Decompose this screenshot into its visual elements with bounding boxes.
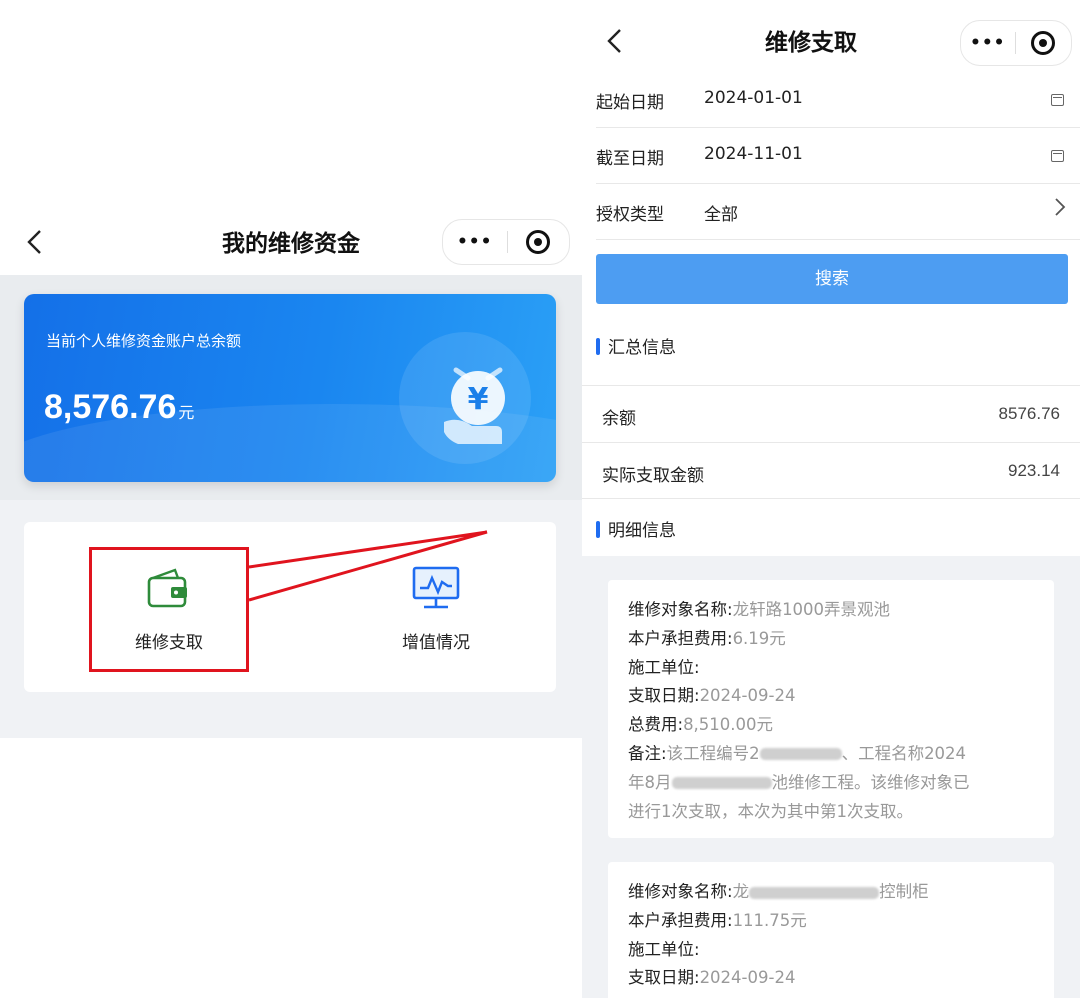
withdrawn-value: 923.14 <box>1008 461 1060 480</box>
close-target-button[interactable] <box>1016 31 1072 55</box>
end-date-label: 截至日期 <box>596 149 664 169</box>
chevron-right-icon[interactable] <box>1054 196 1066 224</box>
redacted-text <box>671 777 772 790</box>
balance-unit: 元 <box>178 405 195 422</box>
detail-contractor: 施工单位: <box>628 657 700 677</box>
detail-contractor: 施工单位: <box>628 939 700 959</box>
start-date-field[interactable]: 起始日期 2024-01-01 <box>596 72 1080 128</box>
highlight-box <box>89 547 249 672</box>
close-target-button[interactable] <box>507 230 569 254</box>
summary-row-balance: 余额 8576.76 <box>582 385 1080 442</box>
menu-appreciation[interactable]: 增值情况 <box>346 522 526 692</box>
detail-note-cont: 年8月 池维修工程。该维修对象已 <box>628 772 970 792</box>
detail-name: 维修对象名称:龙轩路1000弄景观池 <box>628 600 891 619</box>
balance-value: 8,576.76 <box>44 388 177 426</box>
left-screen: 我的维修资金 ••• 当前个人维修资金账户总余额 8,576.76 元 ¥ 维修… <box>0 0 582 998</box>
auth-type-field[interactable]: 授权类型 全部 <box>596 184 1080 240</box>
target-icon <box>526 230 551 254</box>
withdrawn-label: 实际支取金额 <box>602 466 704 486</box>
calendar-icon[interactable] <box>1051 150 1064 162</box>
coin-hand-yen-icon: ¥ <box>444 367 505 444</box>
balance-amount: 8,576.76 元 <box>44 388 194 427</box>
detail-share: 本户承担费用:6.19元 <box>628 628 786 648</box>
svg-text:¥: ¥ <box>468 382 489 417</box>
summary-row-withdrawn: 实际支取金额 923.14 <box>582 442 1080 499</box>
detail-share: 本户承担费用:111.75元 <box>628 910 807 930</box>
detail-section-title: 明细信息 <box>596 516 676 541</box>
end-date-field[interactable]: 截至日期 2024-11-01 <box>596 128 1080 184</box>
redacted-text <box>759 748 842 761</box>
detail-card[interactable]: 维修对象名称:龙轩路1000弄景观池 本户承担费用:6.19元 施工单位: 支取… <box>608 580 1054 838</box>
right-screen: 维修支取 ••• 起始日期 2024-01-01 截至日期 2024-11-01… <box>582 0 1080 998</box>
balance-label: 余额 <box>602 409 636 429</box>
mini-program-capsule: ••• <box>442 219 570 265</box>
detail-list: 维修对象名称:龙轩路1000弄景观池 本户承担费用:6.19元 施工单位: 支取… <box>582 556 1080 998</box>
detail-name: 维修对象名称:龙 控制柜 <box>628 882 929 901</box>
calendar-icon[interactable] <box>1051 94 1064 106</box>
redacted-text <box>749 886 880 899</box>
balance-value: 8576.76 <box>998 404 1060 423</box>
detail-card[interactable]: 维修对象名称:龙 控制柜 本户承担费用:111.75元 施工单位: 支取日期:20… <box>608 862 1054 998</box>
mini-program-capsule: ••• <box>960 20 1072 66</box>
menu-appreciation-label: 增值情况 <box>402 633 470 653</box>
detail-note: 备注:该工程编号2 、工程名称2024 <box>628 743 967 763</box>
start-date-value[interactable]: 2024-01-01 <box>704 88 803 108</box>
target-icon <box>1031 31 1056 55</box>
summary-section-title: 汇总信息 <box>596 333 676 358</box>
detail-note-end: 进行1次支取，本次为其中第1次支取。 <box>628 801 913 821</box>
more-button[interactable]: ••• <box>961 33 1015 53</box>
detail-date: 支取日期:2024-09-24 <box>628 968 796 988</box>
start-date-label: 起始日期 <box>596 93 664 113</box>
detail-date: 支取日期:2024-09-24 <box>628 686 796 706</box>
balance-card: 当前个人维修资金账户总余额 8,576.76 元 ¥ <box>24 294 556 482</box>
more-button[interactable]: ••• <box>443 232 507 252</box>
auth-type-value[interactable]: 全部 <box>704 200 738 225</box>
auth-type-label: 授权类型 <box>596 205 664 225</box>
monitor-chart-icon <box>412 566 460 609</box>
end-date-value[interactable]: 2024-11-01 <box>704 144 803 164</box>
search-button[interactable]: 搜索 <box>596 254 1068 304</box>
detail-total: 总费用:8,510.00元 <box>628 715 774 735</box>
balance-label: 当前个人维修资金账户总余额 <box>46 332 242 350</box>
